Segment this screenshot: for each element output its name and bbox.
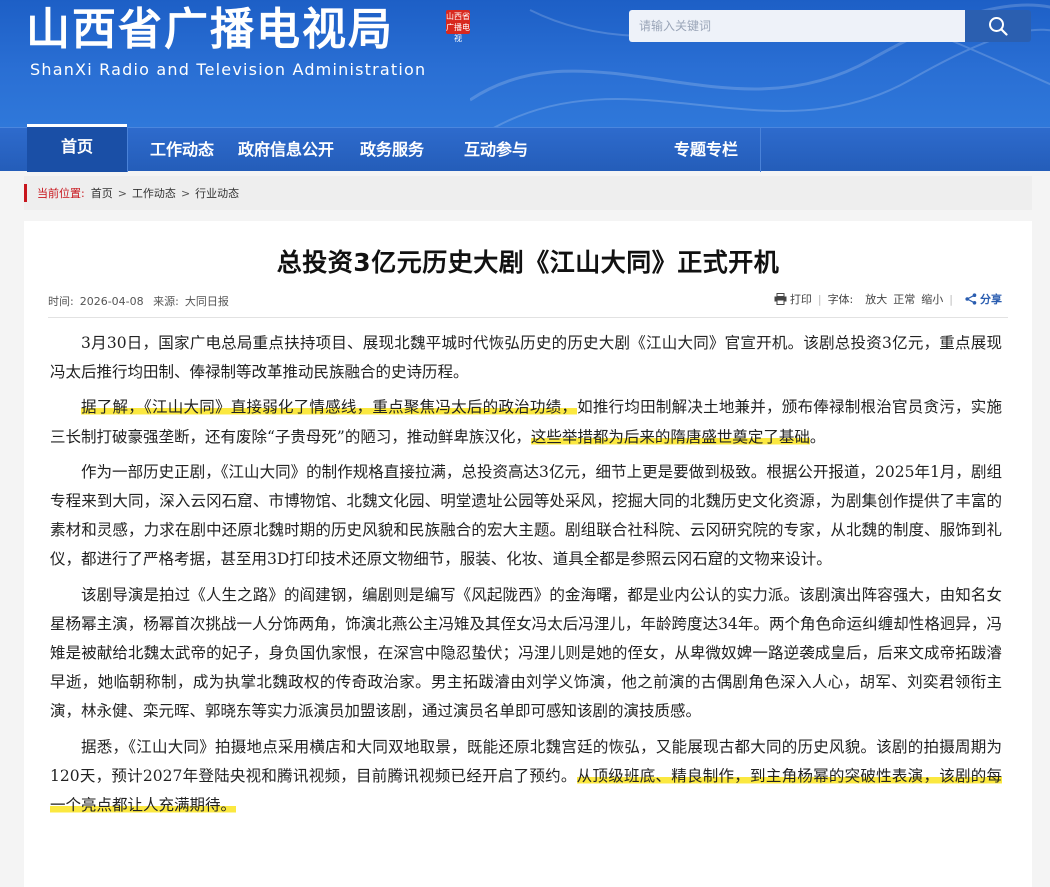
paragraph-4: 该剧导演是拍过《人生之路》的阎建钢，编剧则是编写《风起陇西》的金海曙，都是业内公… [50,585,1002,721]
title-divider [48,317,1008,318]
nav-item-topics[interactable]: 专题专栏 [664,128,748,172]
main-nav: 首页 工作动态 政府信息公开 政务服务 互动参与 专题专栏 [0,124,1050,172]
article-meta: 时间: 2026-04-08 来源: 大同日报 [48,293,235,309]
breadcrumb-separator: > [117,186,127,200]
breadcrumb-separator: > [180,186,191,200]
highlight-2: 这些举措都为后来的隋唐盛世奠定了基础 [530,427,810,446]
nav-item-work-news[interactable]: 工作动态 [142,128,222,172]
time-label: 时间: [48,295,74,308]
printer-icon [774,293,787,305]
breadcrumb-label: 当前位置: [37,187,85,200]
font-large-button[interactable]: 放大 [865,291,887,307]
article-title: 总投资3亿元历史大剧《江山大同》正式开机 [276,248,780,277]
share-label: 分享 [980,293,1002,306]
font-normal-button[interactable]: 正常 [893,291,915,307]
font-small-button[interactable]: 缩小 [921,291,943,307]
breadcrumb-industry-news-link[interactable]: 行业动态 [195,185,239,201]
breadcrumb-home-link[interactable]: 首页 [91,185,113,201]
highlight-1: 据了解，《江山大同》直接弱化了情感线，重点聚焦冯太后的政治功绩， [81,398,578,417]
search-button[interactable] [965,10,1031,42]
share-icon [965,293,977,305]
nav-item-services[interactable]: 政务服务 [352,128,432,172]
paragraph-1: 3月30日，国家广电总局重点扶持项目、展现北魏平城时代恢弘历史的历史大剧《江山大… [50,334,1002,382]
search-icon [989,17,1008,36]
paragraph-2: 据了解，《江山大同》直接弱化了情感线，重点聚焦冯太后的政治功绩，如推行均田制解决… [50,393,1002,451]
nav-item-home[interactable]: 首页 [27,124,127,172]
breadcrumb: 当前位置: 首页 > 工作动态 > 行业动态 [24,176,1032,210]
nav-item-interaction[interactable]: 互动参与 [454,128,538,172]
article-panel: 总投资3亿元历史大剧《江山大同》正式开机 时间: 2026-04-08 来源: 大同… [24,221,1032,887]
site-logo-subtitle: ShanXi Radio and Television Administrati… [30,60,427,79]
breadcrumb-marker [24,184,27,202]
nav-item-gov-info[interactable]: 政府信息公开 [234,128,338,172]
font-size-label: 字体: [827,293,854,306]
article-tools: 打印 | 字体: 放大 正常 缩小 | 分享 [768,291,1002,307]
nav-divider [127,128,128,172]
site-header: 山西省广播电视局 山西省广播电视 ShanXi Radio and Televi… [0,0,1050,127]
publish-date: 2026-04-08 [79,295,144,308]
site-logo-title[interactable]: 山西省广播电视局 [26,4,394,56]
paragraph-5: 据悉，《江山大同》拍摄地点采用横店和大同双地取景，既能还原北魏宫廷的恢弘，又能展… [50,733,1002,821]
article-body: 3月30日，国家广电总局重点扶持项目、展现北魏平城时代恢弘历史的历史大剧《江山大… [50,329,1002,826]
article-source: 大同日报 [184,295,229,308]
print-label: 打印 [789,293,812,306]
paragraph-3: 作为一部历史正剧，《江山大同》的制作规格直接拉满，总投资高达3亿元，细节上更是要… [50,462,1002,569]
site-seal-logo: 山西省广播电视 [446,10,470,43]
search-input[interactable] [629,10,965,42]
nav-divider [760,128,761,172]
source-label: 来源: [153,295,179,308]
paragraph-2-end: 。 [809,427,826,446]
breadcrumb-work-news-link[interactable]: 工作动态 [132,185,176,201]
print-button[interactable]: 打印 [774,291,812,307]
share-button[interactable]: 分享 [965,291,1002,307]
